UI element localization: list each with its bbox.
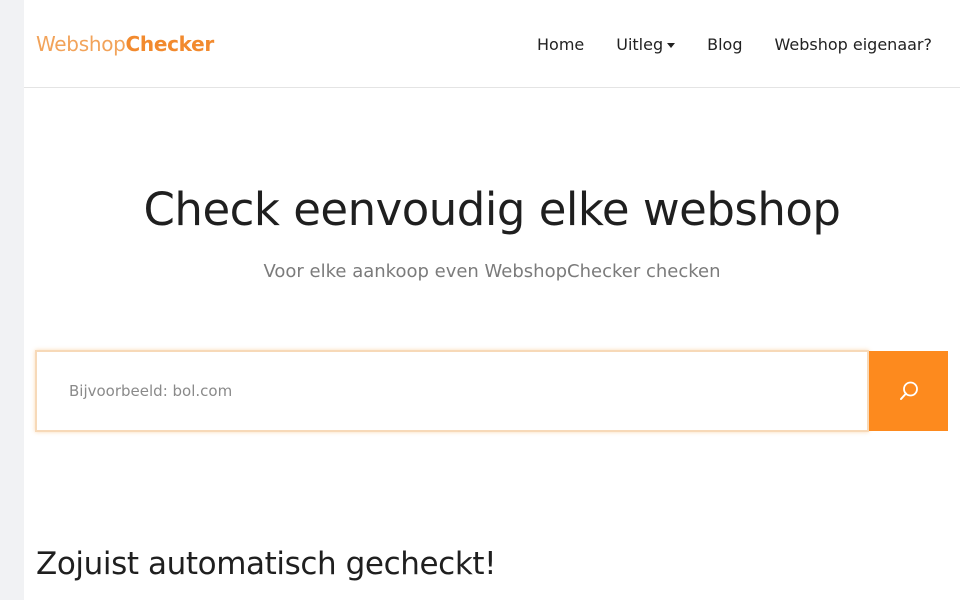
main-navigation: Home Uitleg Blog Webshop eigenaar?	[521, 0, 960, 88]
hero-subtitle: Voor elke aankoop even WebshopChecker ch…	[263, 261, 721, 282]
logo-check-o: o	[101, 32, 114, 56]
nav-item-home-label: Home	[537, 34, 585, 54]
nav-item-webshop-eigenaar-label: Webshop eigenaar?	[774, 34, 933, 54]
search-button[interactable]	[869, 351, 948, 431]
left-scroll-strip	[0, 0, 24, 600]
top-navbar: WebshopChecker Home Uitleg Blog Webshop …	[24, 0, 960, 88]
caret-down-icon	[667, 42, 676, 48]
logo-text-p: p	[113, 32, 126, 56]
logo-text-bold: Checker	[125, 32, 215, 56]
logo-text-light: Websh	[36, 32, 102, 56]
page: WebshopChecker Home Uitleg Blog Webshop …	[0, 0, 960, 600]
nav-item-webshop-eigenaar[interactable]: Webshop eigenaar?	[759, 35, 960, 54]
search-bar	[35, 350, 948, 432]
nav-item-uitleg-dropdown[interactable]: Uitleg	[600, 35, 691, 54]
nav-item-blog[interactable]: Blog	[691, 35, 758, 54]
site-logo[interactable]: WebshopChecker	[36, 31, 214, 57]
nav-item-blog-label: Blog	[707, 34, 743, 54]
nav-item-home[interactable]: Home	[521, 35, 600, 54]
nav-item-uitleg-label: Uitleg	[616, 34, 664, 54]
webshop-search-input[interactable]	[35, 350, 869, 432]
hero-title: Check eenvoudig elke webshop	[143, 183, 842, 236]
search-icon	[899, 381, 918, 400]
recently-checked-title: Zojuist automatisch gecheckt!	[36, 546, 497, 582]
